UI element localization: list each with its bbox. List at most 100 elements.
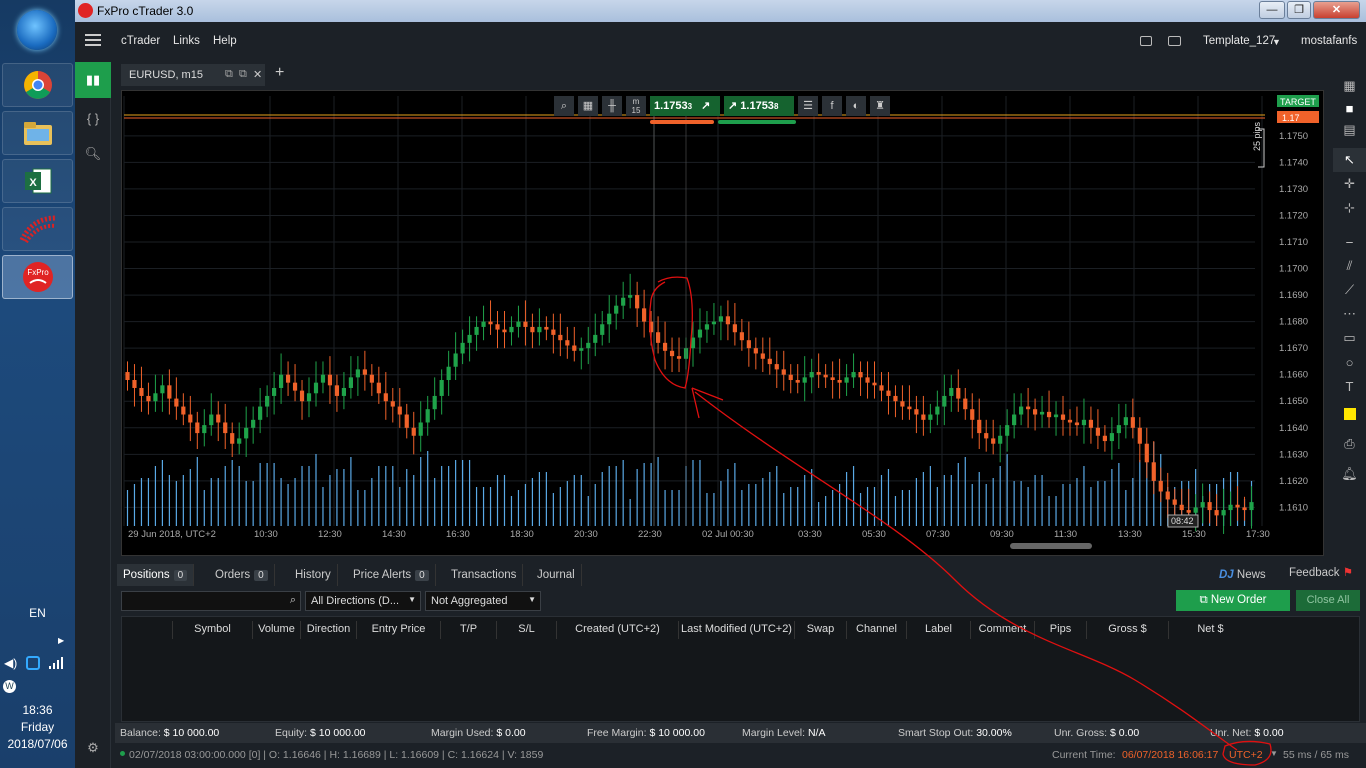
- chrome-taskbar-icon[interactable]: [2, 63, 73, 107]
- settings-gear-icon[interactable]: ⚙: [75, 730, 111, 766]
- candles-icon[interactable]: ╫: [602, 96, 622, 116]
- language-indicator[interactable]: EN: [0, 606, 75, 620]
- layout-grid-icon[interactable]: ▦: [1333, 74, 1366, 98]
- user-name[interactable]: mostafanfs: [1301, 35, 1357, 47]
- text-icon[interactable]: T: [1333, 374, 1366, 398]
- windows-start-button[interactable]: [17, 10, 57, 50]
- bell-icon[interactable]: 🔔︎: [1333, 462, 1366, 486]
- add-tab-icon[interactable]: +: [275, 64, 284, 82]
- feedback-button[interactable]: Feedback ⚑: [1283, 560, 1359, 582]
- circle-icon[interactable]: ○: [1333, 350, 1366, 374]
- template-selector[interactable]: Template_127: [1203, 35, 1275, 47]
- trading-app-taskbar-icon[interactable]: [2, 207, 73, 251]
- column-header[interactable]: Gross $: [1086, 621, 1168, 639]
- tab-history[interactable]: History: [289, 564, 338, 586]
- tab-transactions[interactable]: Transactions: [445, 564, 524, 586]
- excel-taskbar-icon[interactable]: X: [2, 159, 73, 203]
- new-order-button[interactable]: ⧉ New Order: [1176, 590, 1290, 611]
- fib-levels-icon[interactable]: ⋯: [1333, 302, 1366, 326]
- facebook-icon[interactable]: f: [822, 96, 842, 116]
- direction-filter-select[interactable]: All Directions (D... ▼: [305, 591, 421, 611]
- horizontal-line-icon[interactable]: ⎯: [1333, 230, 1366, 254]
- menu-ctrader[interactable]: cTrader: [121, 35, 160, 47]
- chart-type-icon[interactable]: ▦: [578, 96, 598, 116]
- camera-icon[interactable]: ⎙: [1333, 432, 1366, 456]
- chart-canvas[interactable]: 1.1750 1.1740 1.1730 1.1720 1.1710 1.1700 1.16…: [122, 91, 1323, 555]
- column-header[interactable]: Volume: [252, 621, 300, 639]
- color-swatch-icon[interactable]: [1333, 402, 1366, 426]
- w-tray-icon[interactable]: W: [3, 680, 16, 693]
- checklist-icon[interactable]: ☰: [798, 96, 818, 116]
- menu-help[interactable]: Help: [213, 35, 237, 47]
- layout-icon[interactable]: [1140, 36, 1152, 46]
- tab-eurusd-m15[interactable]: EURUSD, m15 ⧉ ⧉ ✕: [121, 64, 265, 86]
- timezone-selector[interactable]: UTC+2: [1229, 749, 1263, 761]
- buy-button[interactable]: ↗ 1.17538: [724, 96, 794, 116]
- tab-price-alerts[interactable]: Price Alerts 0: [347, 564, 436, 586]
- column-header[interactable]: Created (UTC+2): [556, 621, 678, 639]
- price-chart[interactable]: 1.1750 1.1740 1.1730 1.1720 1.1710 1.1700 1.16…: [121, 90, 1324, 556]
- sentiment-icon[interactable]: ◐: [846, 96, 866, 116]
- explorer-taskbar-icon[interactable]: [2, 111, 73, 155]
- menu-links[interactable]: Links: [173, 35, 200, 47]
- chat-icon[interactable]: [1168, 36, 1181, 46]
- trendline-icon[interactable]: ⟋: [1333, 278, 1366, 302]
- crosshair-icon[interactable]: ✛: [1333, 172, 1366, 196]
- rectangle-icon[interactable]: ▭: [1333, 326, 1366, 350]
- y-tick-label: 1.1730: [1279, 184, 1308, 195]
- x-tick-label: 14:30: [382, 529, 406, 540]
- split-layout-icon[interactable]: ▤: [1333, 118, 1366, 142]
- fibonacci-icon[interactable]: ⫽: [1333, 254, 1366, 278]
- fxpro-taskbar-icon[interactable]: FxPro: [2, 255, 73, 299]
- column-header[interactable]: Channel: [846, 621, 906, 639]
- tab-positions[interactable]: Positions 0: [117, 564, 195, 586]
- candle-body: [1088, 419, 1094, 428]
- column-header[interactable]: S/L: [496, 621, 556, 639]
- column-header[interactable]: Symbol: [172, 621, 252, 639]
- minimize-button[interactable]: —: [1259, 1, 1285, 19]
- analyze-zoom-icon[interactable]: 🔍︎: [75, 136, 111, 172]
- clock-time[interactable]: 18:36: [0, 703, 75, 717]
- column-header[interactable]: Label: [906, 621, 970, 639]
- detach-icon[interactable]: ⧉: [239, 68, 247, 81]
- column-header[interactable]: Entry Price: [356, 621, 440, 639]
- column-header[interactable]: Swap: [794, 621, 846, 639]
- zoom-icon[interactable]: ⌕: [554, 96, 574, 116]
- cursor-icon[interactable]: ↖: [1333, 148, 1366, 172]
- single-layout-icon[interactable]: ■: [1333, 96, 1366, 120]
- news-button[interactable]: DJ News: [1213, 564, 1272, 586]
- sell-button[interactable]: 1.17533 ↗: [650, 96, 720, 116]
- measure-icon[interactable]: ⊹: [1333, 196, 1366, 220]
- column-header[interactable]: Direction: [300, 621, 356, 639]
- candle-body: [460, 342, 465, 354]
- trader-icon[interactable]: ♜: [870, 96, 890, 116]
- candle-body: [334, 385, 340, 396]
- network-sync-icon[interactable]: [26, 656, 40, 670]
- tab-journal[interactable]: Journal: [531, 564, 582, 586]
- close-window-button[interactable]: ✕: [1313, 1, 1360, 19]
- signal-icon[interactable]: [48, 656, 66, 670]
- candle-body: [537, 326, 542, 333]
- close-all-button[interactable]: Close All: [1296, 590, 1360, 611]
- aggregation-filter-value: Not Aggregated: [431, 595, 508, 607]
- popout-icon[interactable]: ⧉: [225, 68, 233, 81]
- column-header[interactable]: T/P: [440, 621, 496, 639]
- volume-icon[interactable]: ◀): [4, 656, 17, 670]
- hamburger-icon[interactable]: [85, 34, 101, 46]
- trade-candles-icon[interactable]: ▮▮: [75, 62, 111, 98]
- aggregation-filter-select[interactable]: Not Aggregated ▼: [425, 591, 541, 611]
- symbol-search-input[interactable]: ⌕: [121, 591, 301, 611]
- column-header[interactable]: Last Modified (UTC+2): [678, 621, 794, 639]
- app-icon[interactable]: [78, 3, 93, 18]
- maximize-button[interactable]: ❐: [1287, 1, 1311, 19]
- column-header[interactable]: Pips: [1034, 621, 1086, 639]
- tray-expand-icon[interactable]: ▶: [58, 636, 64, 645]
- automate-braces-icon[interactable]: { }: [75, 100, 111, 136]
- column-header[interactable]: Comment: [970, 621, 1034, 639]
- tab-orders[interactable]: Orders 0: [209, 564, 275, 586]
- timeframe-button[interactable]: m 15: [626, 96, 646, 116]
- chevron-down-icon[interactable]: ▼: [1272, 37, 1281, 47]
- column-header[interactable]: Net $: [1168, 621, 1252, 639]
- chevron-down-icon[interactable]: ▼: [1270, 749, 1278, 758]
- close-tab-icon[interactable]: ✕: [253, 68, 262, 81]
